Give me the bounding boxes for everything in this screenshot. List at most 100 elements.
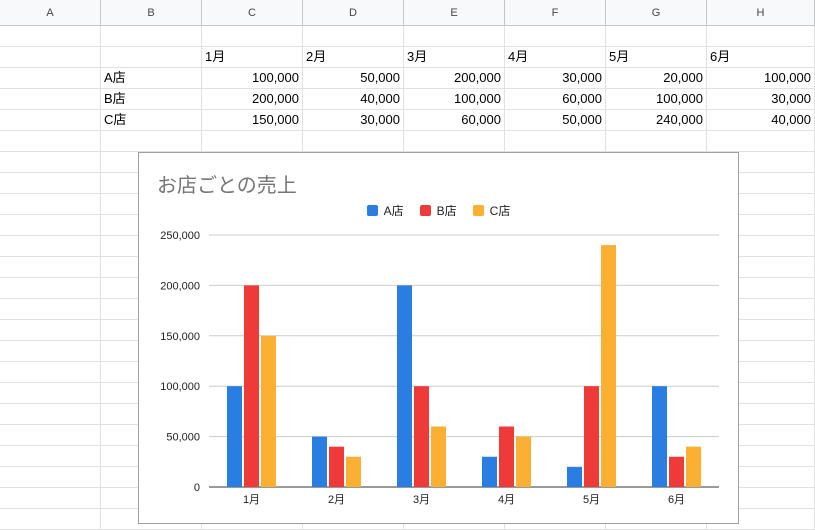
sales-value-cell[interactable]: 30,000	[505, 68, 606, 89]
bar	[397, 285, 412, 487]
store-label-cell[interactable]: B店	[101, 89, 202, 110]
grid-cell[interactable]	[0, 68, 101, 89]
x-tick-label: 5月	[583, 494, 600, 506]
bar	[261, 335, 276, 487]
y-tick-label: 200,000	[160, 280, 200, 292]
bar	[414, 386, 429, 487]
column-header-b[interactable]: B	[101, 0, 202, 26]
bar	[227, 386, 242, 487]
grid-cell[interactable]	[0, 383, 101, 404]
bar	[567, 466, 582, 487]
grid-cell[interactable]	[0, 320, 101, 341]
sales-value-cell[interactable]: 150,000	[202, 110, 303, 131]
sales-value-cell[interactable]: 40,000	[707, 110, 815, 131]
month-header-cell[interactable]: 1月	[202, 47, 303, 68]
grid-cell[interactable]	[505, 131, 606, 152]
column-header-c[interactable]: C	[202, 0, 303, 26]
grid-cell[interactable]	[0, 467, 101, 488]
sales-value-cell[interactable]: 60,000	[404, 110, 505, 131]
bar	[686, 446, 701, 487]
x-tick-label: 6月	[668, 494, 685, 506]
bar	[312, 436, 327, 487]
sales-value-cell[interactable]: 60,000	[505, 89, 606, 110]
grid-cell[interactable]	[0, 131, 101, 152]
chart-plot: 0 50,000 100,000 150,000 200,000 250,000 1月 2月 3…	[160, 230, 719, 506]
grid-cell[interactable]	[0, 425, 101, 446]
sales-value-cell[interactable]: 100,000	[606, 89, 707, 110]
grid-cell[interactable]	[101, 131, 202, 152]
grid-cell[interactable]	[303, 26, 404, 47]
grid-cell[interactable]	[0, 341, 101, 362]
sales-value-cell[interactable]: 40,000	[303, 89, 404, 110]
bar	[669, 456, 684, 487]
column-header-a[interactable]: A	[0, 0, 101, 26]
grid-cell[interactable]	[0, 26, 101, 47]
month-header-cell[interactable]: 4月	[505, 47, 606, 68]
grid-cell[interactable]	[0, 362, 101, 383]
bar	[499, 426, 514, 487]
grid-cell[interactable]	[707, 26, 815, 47]
grid-cell[interactable]	[303, 131, 404, 152]
column-header-h[interactable]: H	[707, 0, 815, 26]
sales-value-cell[interactable]: 100,000	[404, 89, 505, 110]
column-header-d[interactable]: D	[303, 0, 404, 26]
grid-cell[interactable]	[0, 257, 101, 278]
sales-value-cell[interactable]: 30,000	[303, 110, 404, 131]
grid-cell[interactable]	[0, 110, 101, 131]
sales-value-cell[interactable]: 100,000	[707, 68, 815, 89]
grid-cell[interactable]	[505, 26, 606, 47]
grid-cell[interactable]	[0, 488, 101, 509]
grid-cell[interactable]	[101, 26, 202, 47]
sales-value-cell[interactable]: 30,000	[707, 89, 815, 110]
grid-cell[interactable]	[0, 446, 101, 467]
grid-cell[interactable]	[0, 173, 101, 194]
x-tick-label: 2月	[328, 494, 345, 506]
bar	[601, 245, 616, 487]
sales-value-cell[interactable]: 100,000	[202, 68, 303, 89]
grid-cell[interactable]	[404, 131, 505, 152]
y-tick-label: 0	[194, 482, 200, 494]
grid-cell[interactable]	[0, 47, 101, 68]
grid-cell[interactable]	[0, 194, 101, 215]
grid-cell[interactable]	[0, 215, 101, 236]
grid-cell[interactable]	[707, 131, 815, 152]
bar	[652, 386, 667, 487]
grid-cell[interactable]	[0, 236, 101, 257]
store-label-cell[interactable]: A店	[101, 68, 202, 89]
embedded-chart[interactable]: お店ごとの売上 A店 B店 C店 0 50,000 100,000 150,000 200,…	[138, 152, 739, 524]
sales-value-cell[interactable]: 200,000	[404, 68, 505, 89]
grid-cell[interactable]	[202, 26, 303, 47]
sales-value-cell[interactable]: 50,000	[505, 110, 606, 131]
y-tick-label: 150,000	[160, 331, 200, 343]
grid-cell[interactable]	[0, 89, 101, 110]
x-tick-label: 4月	[498, 494, 515, 506]
month-header-cell[interactable]: 3月	[404, 47, 505, 68]
store-label-cell[interactable]: C店	[101, 110, 202, 131]
grid-cell[interactable]	[606, 131, 707, 152]
sales-value-cell[interactable]: 20,000	[606, 68, 707, 89]
grid-cell[interactable]	[606, 26, 707, 47]
grid-cell[interactable]	[202, 131, 303, 152]
sales-value-cell[interactable]: 240,000	[606, 110, 707, 131]
grid-cell[interactable]	[0, 299, 101, 320]
grid-cell[interactable]	[101, 47, 202, 68]
month-header-cell[interactable]: 2月	[303, 47, 404, 68]
sales-value-cell[interactable]: 50,000	[303, 68, 404, 89]
x-tick-label: 3月	[413, 494, 430, 506]
month-header-cell[interactable]: 6月	[707, 47, 815, 68]
bar	[346, 456, 361, 487]
sales-value-cell[interactable]: 200,000	[202, 89, 303, 110]
bar	[329, 446, 344, 487]
grid-cell[interactable]	[404, 26, 505, 47]
bar	[431, 426, 446, 487]
column-header-f[interactable]: F	[505, 0, 606, 26]
grid-cell[interactable]	[0, 152, 101, 173]
bar	[516, 436, 531, 487]
y-tick-label: 250,000	[160, 230, 200, 242]
month-header-cell[interactable]: 5月	[606, 47, 707, 68]
column-header-e[interactable]: E	[404, 0, 505, 26]
column-header-g[interactable]: G	[606, 0, 707, 26]
bar	[244, 285, 259, 487]
grid-cell[interactable]	[0, 278, 101, 299]
grid-cell[interactable]	[0, 404, 101, 425]
